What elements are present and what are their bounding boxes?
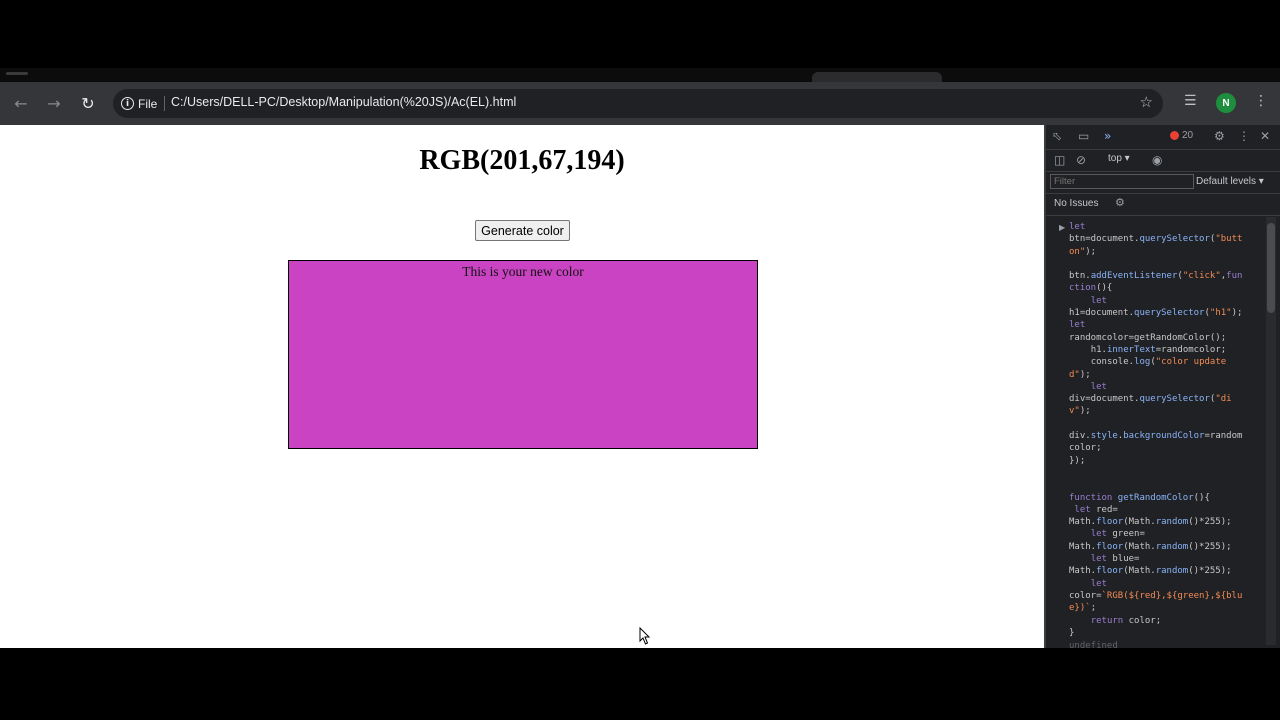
generate-color-button[interactable]: Generate color (475, 220, 570, 241)
error-icon (1170, 131, 1179, 140)
inspect-element-icon[interactable]: ⬁ (1052, 129, 1062, 143)
error-count-badge[interactable]: 20 (1170, 130, 1193, 141)
address-bar[interactable]: i File C:/Users/DELL-PC/Desktop/Manipula… (113, 89, 1163, 118)
back-arrow-icon[interactable]: ← (5, 82, 37, 125)
more-tabs-icon[interactable]: » (1104, 129, 1111, 143)
console-result: undefined (1069, 641, 1118, 648)
eye-icon[interactable]: ◉ (1152, 153, 1162, 167)
browser-toolbar: ← → ↻ i File C:/Users/DELL-PC/Desktop/Ma… (0, 82, 1280, 125)
filter-row: Default levels ▾ (1046, 171, 1280, 193)
tab-strip (0, 68, 1280, 82)
chip-label: File (138, 96, 158, 111)
color-box: This is your new color (288, 260, 758, 449)
console-code-output: let btn=document.querySelector("button")… (1069, 222, 1248, 638)
issues-status[interactable]: No Issues (1054, 198, 1098, 209)
url-text[interactable]: C:/Users/DELL-PC/Desktop/Manipulation(%2… (171, 95, 516, 109)
close-icon[interactable]: ✕ (1260, 129, 1270, 143)
info-icon: i (121, 97, 134, 110)
tab-sliver[interactable] (6, 72, 28, 75)
console-scrollbar[interactable] (1266, 217, 1276, 645)
star-icon[interactable]: ☆ (1140, 93, 1153, 111)
kebab-menu-icon[interactable]: ⋮ (1254, 93, 1268, 109)
media-controls-icon[interactable]: ☰ (1184, 93, 1197, 109)
page-viewport: RGB(201,67,194) Generate color This is y… (0, 125, 1044, 648)
console-scroll-thumb[interactable] (1267, 223, 1275, 313)
active-tab[interactable] (812, 72, 942, 82)
error-count: 20 (1182, 130, 1194, 141)
issues-row: No Issues ⚙ (1046, 193, 1280, 216)
forward-arrow-icon[interactable]: → (38, 82, 70, 125)
devtools-tabbar: ⬁ ▭ » 20 ⚙ ⋮ ✕ (1046, 125, 1280, 150)
console-toolbar: ◫ ⊘ top ▾ ◉ (1046, 149, 1280, 172)
sidebar-toggle-icon[interactable]: ◫ (1054, 153, 1065, 167)
filter-input[interactable] (1050, 174, 1194, 189)
chip-separator (164, 96, 165, 111)
device-toolbar-icon[interactable]: ▭ (1078, 129, 1089, 143)
devtools-panel: ⬁ ▭ » 20 ⚙ ⋮ ✕ ◫ ⊘ top ▾ ◉ Default level… (1044, 125, 1280, 648)
issues-settings-gear-icon[interactable]: ⚙ (1115, 196, 1125, 209)
color-box-label: This is your new color (462, 264, 584, 279)
kebab-menu-icon[interactable]: ⋮ (1238, 129, 1250, 143)
mouse-cursor-icon (639, 627, 651, 645)
log-levels-select[interactable]: Default levels ▾ (1196, 176, 1264, 187)
expand-chevron-icon[interactable]: ▶ (1059, 223, 1065, 232)
profile-avatar[interactable]: N (1216, 93, 1236, 113)
context-select[interactable]: top ▾ (1108, 153, 1130, 164)
reload-icon[interactable]: ↻ (72, 82, 104, 125)
page-title: RGB(201,67,194) (419, 145, 625, 176)
clear-console-icon[interactable]: ⊘ (1076, 153, 1086, 167)
settings-gear-icon[interactable]: ⚙ (1214, 129, 1225, 143)
site-info-chip[interactable]: i File (121, 94, 157, 113)
